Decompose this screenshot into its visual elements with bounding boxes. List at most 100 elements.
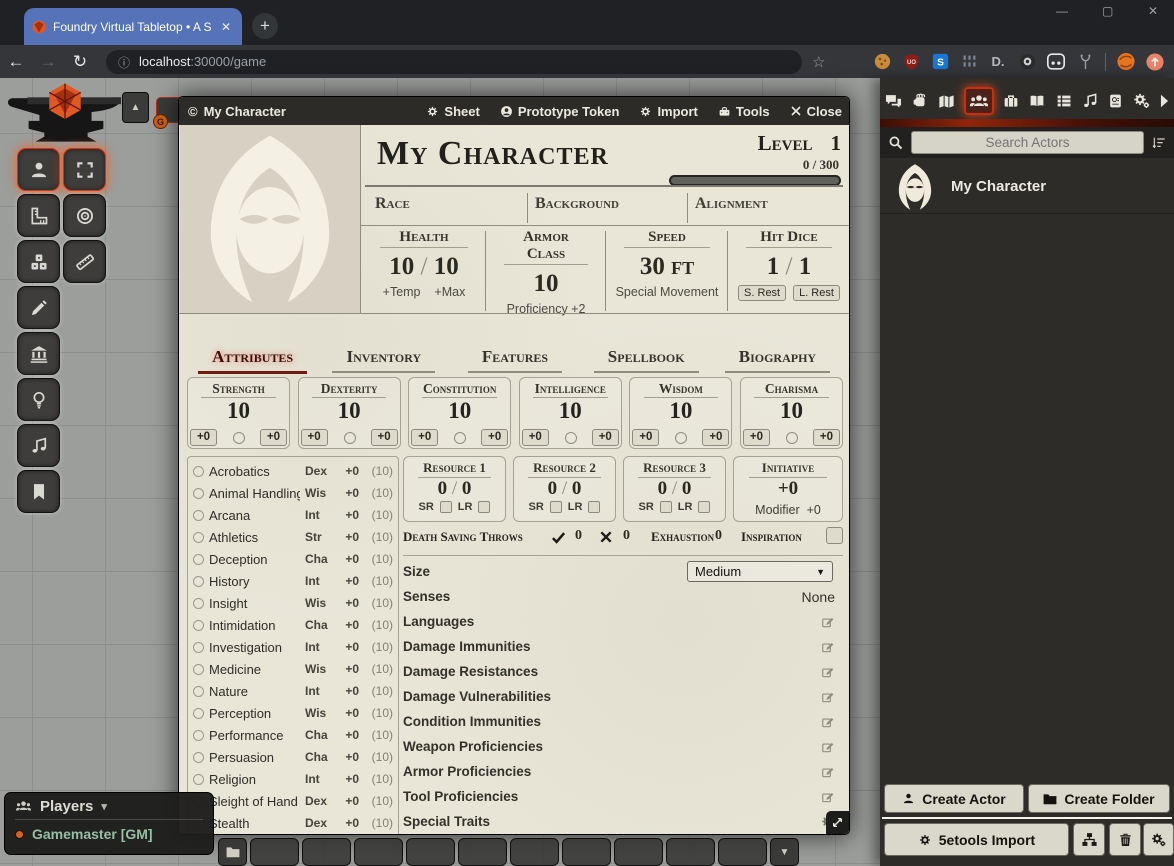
skill-name[interactable]: Persuasion: [209, 750, 300, 765]
sound-controls-button[interactable]: [17, 424, 60, 467]
death-failure-count[interactable]: 0: [623, 528, 630, 544]
skill-proficiency-radio[interactable]: [193, 598, 204, 609]
resource-title[interactable]: Resource 1: [418, 460, 491, 478]
new-tab-button[interactable]: +: [252, 13, 278, 39]
cookie-extension-icon[interactable]: [873, 53, 891, 71]
skill-proficiency-radio[interactable]: [193, 620, 204, 631]
tab-close-icon[interactable]: ✕: [218, 20, 234, 34]
skill-row[interactable]: Religion Int +0 (10): [193, 768, 393, 790]
delete-button[interactable]: [1109, 823, 1141, 856]
macro-slot[interactable]: [718, 838, 767, 866]
skill-name[interactable]: Intimidation: [209, 618, 300, 633]
skill-row[interactable]: Sleight of Hand Dex +0 (10): [193, 790, 393, 812]
inspiration-checkbox[interactable]: [826, 527, 843, 544]
lens-extension-icon[interactable]: [1018, 53, 1036, 71]
skill-name[interactable]: Animal Handling: [209, 486, 300, 501]
nav-collapse-button[interactable]: ▲: [122, 92, 149, 123]
create-folder-button[interactable]: Create Folder: [1028, 784, 1170, 813]
forward-icon[interactable]: →: [32, 52, 64, 72]
skill-name[interactable]: Perception: [209, 706, 300, 721]
lr-checkbox[interactable]: [478, 501, 490, 513]
short-rest-button[interactable]: S. Rest: [738, 285, 786, 301]
players-caret-icon[interactable]: ▾: [101, 800, 107, 813]
tab-journal[interactable]: [1027, 92, 1047, 110]
resource-max[interactable]: 0: [682, 478, 692, 499]
skill-name[interactable]: Acrobatics: [209, 464, 300, 479]
skill-proficiency-radio[interactable]: [193, 730, 204, 741]
tab-scenes[interactable]: [937, 92, 956, 111]
edit-trait-icon[interactable]: [821, 715, 835, 729]
tab-attributes[interactable]: Attributes: [187, 347, 318, 374]
resource-max[interactable]: 0: [572, 478, 582, 499]
ability-proficiency-radio[interactable]: [344, 432, 356, 444]
death-success-icon[interactable]: [551, 530, 566, 545]
lr-checkbox[interactable]: [588, 501, 600, 513]
macro-slot[interactable]: [614, 838, 663, 866]
tab-items[interactable]: [1002, 92, 1020, 110]
grid-extension-icon[interactable]: [960, 53, 978, 71]
ability-proficiency-radio[interactable]: [565, 432, 577, 444]
skill-row[interactable]: Animal Handling Wis +0 (10): [193, 482, 393, 504]
sr-checkbox[interactable]: [440, 501, 452, 513]
search-input[interactable]: [911, 131, 1144, 154]
macro-slot[interactable]: [458, 838, 507, 866]
tab-spellbook[interactable]: Spellbook: [581, 347, 712, 374]
skill-row[interactable]: Performance Cha +0 (10): [193, 724, 393, 746]
robot-extension-icon[interactable]: [1047, 53, 1065, 71]
edit-trait-icon[interactable]: [821, 640, 835, 654]
skill-row[interactable]: Intimidation Cha +0 (10): [193, 614, 393, 636]
hit-dice-max[interactable]: 1: [799, 253, 812, 280]
ability-proficiency-radio[interactable]: [233, 432, 245, 444]
profile-avatar[interactable]: [1117, 53, 1135, 71]
skill-proficiency-radio[interactable]: [193, 686, 204, 697]
tile-controls-button[interactable]: [17, 240, 60, 283]
ability-proficiency-radio[interactable]: [675, 432, 687, 444]
back-icon[interactable]: ←: [0, 52, 32, 72]
senses-row[interactable]: Senses None: [403, 584, 843, 609]
macro-slot[interactable]: [302, 838, 351, 866]
edit-trait-icon[interactable]: [821, 790, 835, 804]
skill-name[interactable]: Deception: [209, 552, 300, 567]
ability-name[interactable]: Dexterity: [299, 381, 400, 397]
skill-name[interactable]: Sleight of Hand: [209, 794, 300, 809]
skill-row[interactable]: Athletics Str +0 (10): [193, 526, 393, 548]
d-extension-icon[interactable]: D.: [989, 53, 1007, 71]
sidebar-collapse-icon[interactable]: [1159, 93, 1170, 109]
lr-checkbox[interactable]: [698, 501, 710, 513]
prototype-token-button[interactable]: Prototype Token: [500, 104, 620, 119]
skill-proficiency-radio[interactable]: [193, 708, 204, 719]
ac-value[interactable]: 10: [487, 270, 605, 298]
skill-name[interactable]: Stealth: [209, 816, 300, 831]
ublock-extension-icon[interactable]: UO: [902, 53, 920, 71]
ability-score[interactable]: 10: [630, 398, 731, 424]
skill-row[interactable]: Investigation Int +0 (10): [193, 636, 393, 658]
ability-name[interactable]: Constitution: [409, 381, 510, 397]
token-controls-button[interactable]: [17, 148, 60, 191]
skill-name[interactable]: History: [209, 574, 300, 589]
measure-distance-button[interactable]: [63, 240, 106, 283]
skill-row[interactable]: Survival Wis +0 (10): [193, 834, 393, 835]
s-extension-icon[interactable]: S: [931, 53, 949, 71]
macro-slot[interactable]: [250, 838, 299, 866]
xp-text[interactable]: 0 / 300: [803, 157, 839, 173]
wall-controls-button[interactable]: [17, 332, 60, 375]
skill-row[interactable]: Deception Cha +0 (10): [193, 548, 393, 570]
target-button[interactable]: [63, 194, 106, 237]
tab-tables[interactable]: [1055, 92, 1073, 110]
edit-trait-icon[interactable]: [821, 765, 835, 779]
hp-temp-label[interactable]: +Temp: [383, 285, 421, 299]
sheet-config-button[interactable]: Sheet: [426, 104, 479, 119]
players-panel[interactable]: Players ▾ Gamemaster [GM]: [4, 792, 214, 855]
skill-name[interactable]: Athletics: [209, 530, 300, 545]
edit-trait-icon[interactable]: [821, 690, 835, 704]
skill-proficiency-radio[interactable]: [193, 642, 204, 653]
hp-max[interactable]: 10: [434, 253, 459, 280]
tab-chat[interactable]: [884, 92, 903, 111]
5etools-import-button[interactable]: 5etools Import: [884, 823, 1069, 856]
armor-class-block[interactable]: Armor Class 10 Proficiency +2: [487, 229, 605, 313]
skill-name[interactable]: Investigation: [209, 640, 300, 655]
hotbar-page-button[interactable]: ▼: [770, 838, 799, 866]
settings-button[interactable]: [1143, 823, 1174, 856]
skill-proficiency-radio[interactable]: [193, 532, 204, 543]
tab-biography[interactable]: Biography: [712, 347, 843, 374]
